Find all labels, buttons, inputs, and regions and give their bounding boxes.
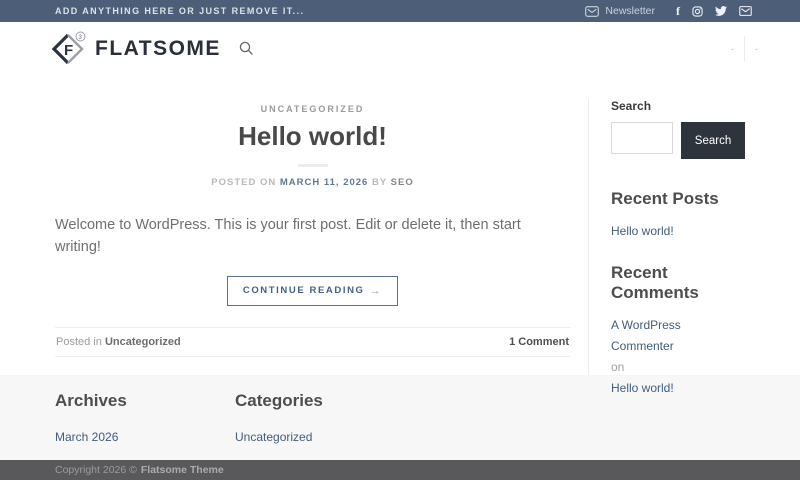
post-header: UNCATEGORIZED Hello world! POSTED ON MAR…	[55, 99, 570, 188]
header-right: - -	[731, 35, 758, 62]
post-excerpt: Welcome to WordPress. This is your first…	[55, 217, 521, 256]
flatsome-diamond-icon: F 3	[51, 31, 86, 64]
copyright-text: Copyright 2026 ©	[55, 464, 137, 476]
social-icons: f	[676, 5, 752, 17]
sidebar: Search Search Recent Posts Hello world! …	[589, 99, 745, 395]
posted-in: Posted in Uncategorized	[56, 336, 181, 348]
sidebar-search-input[interactable]	[611, 122, 673, 154]
header-divider	[744, 35, 745, 62]
site-header: F 3 FLATSOME - -	[0, 22, 800, 75]
recent-post-link[interactable]: Hello world!	[611, 224, 674, 238]
newsletter-envelope-icon	[585, 5, 600, 17]
by-label: BY	[371, 177, 387, 188]
search-icon[interactable]	[239, 41, 254, 56]
svg-text:F: F	[64, 42, 73, 59]
header-placeholder-left[interactable]: -	[731, 44, 734, 54]
copyright-bar: Copyright 2026 © Flatsome Theme	[0, 460, 800, 480]
header-placeholder-right[interactable]: -	[755, 44, 758, 54]
newsletter-link[interactable]: Newsletter	[585, 5, 655, 17]
email-icon[interactable]	[739, 6, 752, 16]
copyright-brand: Flatsome Theme	[140, 464, 224, 476]
category-link[interactable]: Uncategorized	[235, 430, 312, 444]
recent-posts-title: Recent Posts	[611, 189, 719, 208]
svg-text:3: 3	[78, 34, 82, 41]
post-title[interactable]: Hello world!	[55, 121, 570, 152]
main-content: UNCATEGORIZED Hello world! POSTED ON MAR…	[0, 75, 800, 395]
title-divider	[297, 164, 328, 167]
post-category-link[interactable]: UNCATEGORIZED	[261, 104, 365, 114]
newsletter-label: Newsletter	[605, 5, 655, 17]
posted-in-label: Posted in	[56, 335, 102, 348]
topbar-message: ADD ANYTHING HERE OR JUST REMOVE IT...	[55, 6, 305, 16]
twitter-icon[interactable]	[715, 5, 727, 17]
top-bar: ADD ANYTHING HERE OR JUST REMOVE IT... N…	[0, 0, 800, 22]
post-date-link[interactable]: MARCH 11, 2026	[280, 177, 368, 188]
post-column: UNCATEGORIZED Hello world! POSTED ON MAR…	[55, 99, 589, 375]
comment-count-link[interactable]: 1 Comment	[509, 336, 569, 348]
continue-reading-button[interactable]: CONTINUE READING →	[226, 275, 399, 306]
logo-text: FLATSOME	[95, 36, 221, 60]
footer-categories-widget: Categories Uncategorized	[235, 391, 323, 460]
comment-post-link[interactable]: Hello world!	[611, 378, 674, 399]
post-byline: POSTED ON MARCH 11, 2026 BY SEO	[55, 177, 570, 188]
post-meta-row: Posted in Uncategorized 1 Comment	[55, 326, 570, 357]
sidebar-search-button[interactable]: Search	[681, 122, 745, 159]
topbar-right: Newsletter f	[585, 5, 752, 17]
posted-in-category-link[interactable]: Uncategorized	[105, 336, 181, 348]
continue-reading-label: CONTINUE READING	[242, 285, 365, 297]
instagram-icon[interactable]	[692, 5, 703, 17]
comment-on-label: on	[611, 360, 625, 374]
footer-archives-widget: Archives March 2026	[55, 391, 235, 460]
recent-comments-title: Recent Comments	[611, 263, 699, 302]
archive-link[interactable]: March 2026	[55, 430, 118, 444]
facebook-icon[interactable]: f	[676, 5, 680, 17]
posted-on-label: POSTED ON	[211, 177, 277, 188]
sidebar-search-form: Search	[611, 122, 745, 159]
categories-title: Categories	[235, 391, 323, 410]
site-logo[interactable]: F 3 FLATSOME	[50, 31, 221, 67]
arrow-right-icon: →	[369, 284, 383, 297]
archives-title: Archives	[55, 391, 127, 410]
sidebar-search-label: Search	[611, 99, 652, 113]
recent-comment-item: A WordPress Commenter on Hello world!	[611, 315, 745, 399]
post-author-link[interactable]: SEO	[391, 177, 414, 188]
comment-author-link[interactable]: A WordPress Commenter	[611, 315, 745, 357]
